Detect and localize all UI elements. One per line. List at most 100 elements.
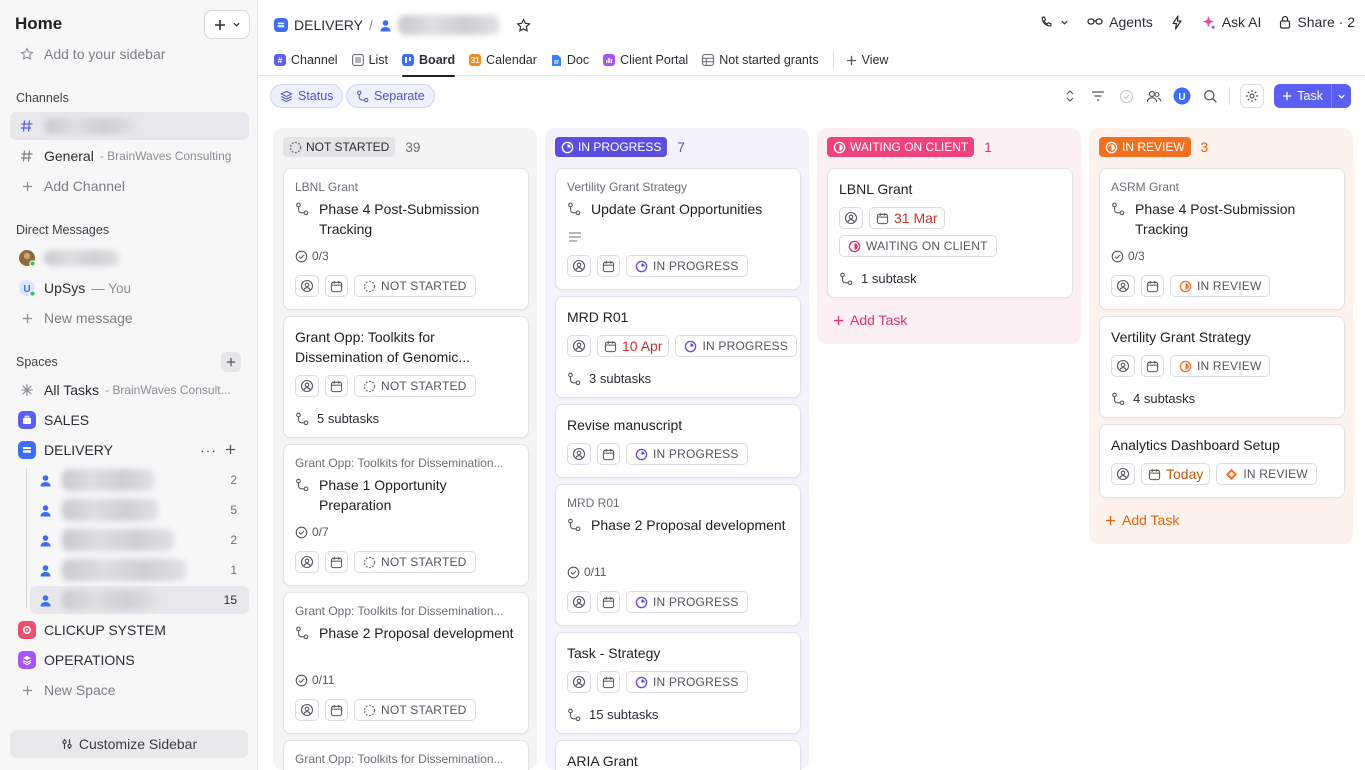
status-dropdown[interactable]: IN PROGRESS (675, 335, 798, 357)
ask-ai-button[interactable]: Ask AI (1201, 14, 1261, 30)
status-badge[interactable]: IN REVIEW (1099, 137, 1191, 157)
status-dropdown[interactable]: IN PROGRESS (626, 591, 748, 613)
sidebar-item-delivery[interactable]: DELIVERY ··· (10, 436, 249, 464)
task-card[interactable]: Grant Opp: Toolkits for Dissemination of… (283, 316, 529, 438)
customize-sidebar-button[interactable]: Customize Sidebar (10, 730, 248, 758)
assignees-icon[interactable] (1145, 87, 1163, 105)
sidebar-item-general-channel[interactable]: General - BrainWaves Consulting (10, 142, 249, 170)
tab-channel[interactable]: # Channel (274, 48, 338, 72)
more-options-icon[interactable]: ··· (200, 442, 217, 458)
subtasks-separate-button[interactable]: Separate (346, 84, 435, 108)
assignee-icon[interactable] (567, 671, 591, 693)
due-date-calendar-icon[interactable] (325, 551, 348, 573)
tab-not-started-grants[interactable]: Not started grants (702, 48, 819, 72)
status-badge[interactable]: IN PROGRESS (555, 137, 668, 157)
task-card[interactable]: LBNL Grant 31 Mar WAITING ON CLIENT 1 su… (827, 168, 1073, 298)
add-view-button[interactable]: View (846, 48, 888, 72)
due-date[interactable]: 10 Apr (597, 335, 670, 357)
add-channel-button[interactable]: Add Channel (10, 172, 249, 200)
due-date-calendar-icon[interactable] (1141, 275, 1164, 297)
add-task-button[interactable]: Add Task (1105, 512, 1179, 528)
dm-item-self[interactable]: U UpSys — You (10, 274, 249, 302)
new-space-button[interactable]: New Space (10, 676, 249, 704)
task-button-main[interactable]: Task (1274, 89, 1331, 103)
due-date-calendar-icon[interactable] (325, 275, 348, 297)
status-dropdown[interactable]: NOT STARTED (354, 375, 476, 397)
assignee-icon[interactable] (567, 335, 591, 357)
assignee-icon[interactable] (567, 255, 591, 277)
subtask-count[interactable]: 4 subtasks (1111, 391, 1195, 406)
assignee-icon[interactable] (1111, 355, 1135, 377)
sidebar-home-title[interactable]: Home (15, 14, 62, 34)
assignee-icon[interactable] (839, 207, 863, 229)
status-badge[interactable]: WAITING ON CLIENT (827, 137, 975, 157)
check-circle-icon[interactable] (1117, 87, 1135, 105)
sidebar-item-sales[interactable]: SALES (10, 406, 249, 434)
subtask-count[interactable]: 15 subtasks (567, 707, 658, 722)
task-card[interactable]: Revise manuscript IN PROGRESS (555, 404, 801, 478)
sidebar-item-clickup-system[interactable]: CLICKUP SYSTEM (10, 616, 249, 644)
status-dropdown[interactable]: NOT STARTED (354, 275, 476, 297)
assignee-icon[interactable] (295, 375, 319, 397)
status-dropdown[interactable]: IN REVIEW (1216, 463, 1317, 485)
delivery-child-4[interactable]: 1 (10, 556, 249, 584)
status-badge[interactable]: NOT STARTED (283, 137, 396, 157)
call-button[interactable] (1039, 15, 1069, 30)
task-card[interactable]: ARIA Grant (555, 740, 801, 770)
delivery-child-3[interactable]: 2 (10, 526, 249, 554)
due-date-calendar-icon[interactable] (597, 443, 620, 465)
tab-client-portal[interactable]: Client Portal (603, 48, 688, 72)
status-dropdown[interactable]: IN REVIEW (1170, 275, 1271, 297)
assignee-icon[interactable] (1111, 463, 1135, 485)
favorite-star-icon[interactable] (516, 17, 531, 33)
status-dropdown[interactable]: IN PROGRESS (626, 671, 748, 693)
subtask-count[interactable]: 1 subtask (839, 271, 917, 286)
status-dropdown[interactable]: NOT STARTED (354, 551, 476, 573)
task-card[interactable]: MRD R01 Phase 2 Proposal development 0/1… (555, 484, 801, 626)
due-date-calendar-icon[interactable] (325, 699, 348, 721)
task-card[interactable]: Vertility Grant Strategy IN REVIEW 4 sub… (1099, 316, 1345, 418)
add-to-sidebar[interactable]: Add to your sidebar (10, 40, 249, 68)
task-card[interactable]: Analytics Dashboard Setup Today IN REVIE… (1099, 424, 1345, 498)
tab-board[interactable]: Board (402, 48, 456, 77)
assignee-icon[interactable] (1111, 275, 1135, 297)
due-date-calendar-icon[interactable] (325, 375, 348, 397)
task-card[interactable]: LBNL Grant Phase 4 Post-Submission Track… (283, 168, 529, 310)
filter-icon[interactable] (1089, 87, 1107, 105)
automations-bolt-icon[interactable] (1171, 14, 1183, 30)
status-dropdown[interactable]: IN PROGRESS (626, 255, 748, 277)
tab-calendar[interactable]: 31 Calendar (469, 48, 537, 72)
agents-button[interactable]: Agents (1087, 14, 1153, 30)
subtask-count[interactable]: 3 subtasks (567, 371, 651, 386)
task-card[interactable]: Vertility Grant Strategy Update Grant Op… (555, 168, 801, 290)
assignee-icon[interactable] (295, 699, 319, 721)
add-list-button[interactable] (225, 444, 236, 455)
share-button[interactable]: Share · 2 (1279, 14, 1355, 30)
due-date[interactable]: Today (1141, 463, 1211, 485)
sidebar-item-all-tasks[interactable]: All Tasks - BrainWaves Consult... (10, 376, 249, 404)
status-dropdown[interactable]: NOT STARTED (354, 699, 476, 721)
redacted-list-name[interactable] (397, 15, 500, 35)
delivery-child-1[interactable]: 2 (10, 466, 249, 494)
settings-gear-icon[interactable] (1240, 84, 1265, 108)
assignee-icon[interactable] (295, 551, 319, 573)
task-card[interactable]: MRD R01 10 Apr IN PROGRESS 3 subtasks (555, 296, 801, 398)
due-date-calendar-icon[interactable] (597, 591, 620, 613)
due-date[interactable]: 31 Mar (869, 207, 945, 229)
search-icon[interactable] (1201, 87, 1219, 105)
status-dropdown[interactable]: WAITING ON CLIENT (839, 235, 997, 257)
assignee-icon[interactable] (567, 591, 591, 613)
delivery-child-2[interactable]: 5 (10, 496, 249, 524)
group-by-status-button[interactable]: Status (270, 84, 344, 108)
tab-list[interactable]: List (351, 48, 388, 72)
due-date-calendar-icon[interactable] (597, 671, 620, 693)
dm-item-redacted[interactable] (10, 244, 249, 272)
sort-icon[interactable] (1061, 87, 1079, 105)
task-dropdown-button[interactable] (1332, 92, 1351, 101)
assignee-icon[interactable] (567, 443, 591, 465)
task-card[interactable]: Task - Strategy IN PROGRESS 15 subtasks (555, 632, 801, 734)
sidebar-item-operations[interactable]: OPERATIONS (10, 646, 249, 674)
due-date-calendar-icon[interactable] (1141, 355, 1164, 377)
new-message-button[interactable]: New message (10, 304, 249, 332)
subtask-count[interactable]: 5 subtasks (295, 411, 379, 426)
